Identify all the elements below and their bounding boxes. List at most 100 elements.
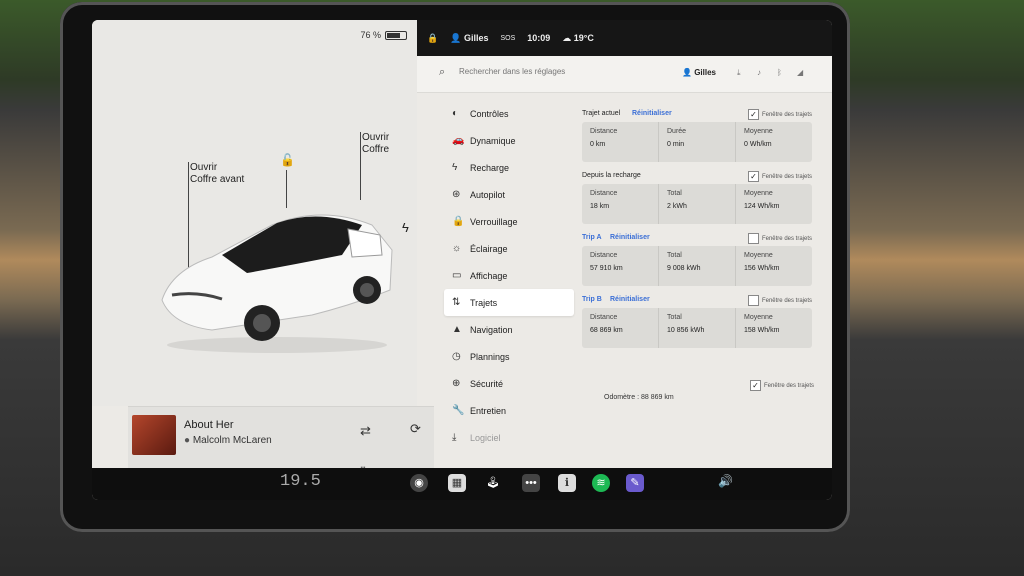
stat-average: Moyenne 156 Wh/km <box>736 246 812 286</box>
stat-average: Moyenne 124 Wh/km <box>736 184 812 224</box>
menu-item-verrouillage[interactable]: 🔒 Verrouillage <box>444 208 574 235</box>
checkbox-checked[interactable]: ✓ <box>747 109 759 120</box>
charge-port-icon[interactable]: ϟ <box>402 220 409 235</box>
stat-value: 10 856 kWh <box>667 327 705 334</box>
menu-item-navigation[interactable]: ▲ Navigation <box>444 316 574 343</box>
since-charge-title: Depuis la recharge <box>582 172 641 179</box>
trip-b-reset-button[interactable]: Réinitialiser <box>610 296 650 303</box>
profile-name: Gilles <box>694 68 716 77</box>
wrench-icon: 🔧 <box>452 405 465 416</box>
profile-button[interactable]: 👤 Gilles <box>682 68 716 77</box>
stat-value: 57 910 km <box>590 265 623 272</box>
more-apps-icon[interactable]: ••• <box>522 474 540 492</box>
trip-b-window-toggle[interactable]: Fenêtre des trajets <box>747 295 812 306</box>
steering-icon: ⊛ <box>452 189 461 200</box>
stat-label: Moyenne <box>744 190 773 197</box>
trip-b-stats: Distance 68 869 km Total 10 856 kWh Moyenn… <box>582 308 812 348</box>
battery-fill <box>387 32 400 38</box>
artist-name: Malcolm McLaren <box>192 435 272 446</box>
checkbox-unchecked[interactable] <box>747 295 759 306</box>
trips-panel: Trajet actuel Réinitialiser ✓ Fenêtre des… <box>582 100 812 348</box>
lock-status-icon[interactable]: 🔒 <box>427 33 438 44</box>
checkbox-label: Fenêtre des trajets <box>761 297 812 304</box>
menu-item-logiciel[interactable]: ⤓ Logiciel <box>444 424 574 451</box>
stat-value: 158 Wh/km <box>744 327 780 334</box>
car-panel: 76 % Ouvrir Coffre avant Ouvrir Coffre 🔓… <box>92 20 417 406</box>
menu-item-label: Entretien <box>470 405 507 416</box>
joystick-icon[interactable]: 🕹 <box>484 474 502 492</box>
info-icon[interactable]: ℹ <box>558 474 576 492</box>
menu-item-affichage[interactable]: ▭ Affichage <box>444 262 574 289</box>
stat-value: 156 Wh/km <box>744 265 780 272</box>
stat-distance: Distance 18 km <box>582 184 659 224</box>
signal-icon: ◢ <box>797 68 804 77</box>
checkbox-unchecked[interactable] <box>747 233 759 244</box>
driver-profile[interactable]: 👤 Gilles <box>450 33 488 44</box>
spotify-app-icon[interactable]: ≋ <box>592 474 610 492</box>
checkbox-checked[interactable]: ✓ <box>750 380 761 391</box>
stat-label: Durée <box>667 128 687 135</box>
menu-item-entretien[interactable]: 🔧 Entretien <box>444 397 574 424</box>
toybox-icon[interactable]: ✎ <box>626 474 644 492</box>
front-trunk-button[interactable]: Ouvrir Coffre avant <box>190 162 244 186</box>
stat-value: 0 Wh/km <box>744 141 772 148</box>
menu-item-eclairage[interactable]: ☼ Éclairage <box>444 235 574 262</box>
menu-item-trajets[interactable]: ⇅ Trajets <box>444 289 574 316</box>
volume-icon[interactable]: 🔊 <box>718 474 733 488</box>
battery-indicator: 76 % <box>360 30 407 40</box>
menu-item-plannings[interactable]: ◷ Plannings <box>444 343 574 370</box>
settings-search-input[interactable] <box>457 66 621 77</box>
stat-label: Total <box>667 314 682 321</box>
settings-search-row: ⌕ 👤 Gilles ⤓ ♪ ᛒ ◢ <box>417 56 832 93</box>
stat-value: 0 km <box>590 141 606 148</box>
menu-item-label: Autopilot <box>470 189 506 200</box>
trip-b-header: Trip B Réinitialiser Fenêtre des trajets <box>582 292 812 308</box>
settings-menu: ◐ Contrôles 🚗 Dynamique ϟ Recharge ⊛ Autopilot 🔒… <box>444 100 574 451</box>
outside-temperature: 19°C <box>573 32 594 43</box>
sos-badge[interactable]: SOS <box>500 35 515 42</box>
stat-value: 2 kWh <box>667 203 687 210</box>
trunk-leader <box>360 132 361 200</box>
download-icon: ⤓ <box>452 432 457 443</box>
bluetooth-icon[interactable]: ᛒ <box>777 68 782 77</box>
stat-distance: Distance 0 km <box>582 122 659 162</box>
menu-item-label: Navigation <box>470 324 513 335</box>
stat-label: Moyenne <box>744 128 773 135</box>
menu-item-recharge[interactable]: ϟ Recharge <box>444 154 574 181</box>
spotify-icon: ● <box>184 435 191 446</box>
checkbox-checked[interactable]: ✓ <box>747 171 759 182</box>
menu-item-dynamique[interactable]: 🚗 Dynamique <box>444 127 574 154</box>
download-icon[interactable]: ⤓ <box>737 68 741 78</box>
stat-value: 0 min <box>667 141 685 148</box>
odometer-window-toggle[interactable]: ✓ Fenêtre des trajets <box>750 380 814 391</box>
album-art <box>132 415 176 455</box>
current-trip-window-toggle[interactable]: ✓ Fenêtre des trajets <box>747 109 812 120</box>
stat-label: Total <box>667 252 682 259</box>
trip-a-reset-button[interactable]: Réinitialiser <box>610 234 650 241</box>
calendar-icon[interactable]: ▦ <box>448 474 466 492</box>
trip-a-window-toggle[interactable]: Fenêtre des trajets <box>747 233 812 244</box>
menu-item-label: Affichage <box>470 270 508 281</box>
menu-item-label: Sécurité <box>470 378 504 389</box>
cabin-temperature[interactable]: 19.5 <box>280 472 321 491</box>
camera-icon[interactable]: ◉ <box>410 474 428 492</box>
bell-icon[interactable]: ♪ <box>757 68 761 77</box>
menu-item-securite[interactable]: ⊕ Sécurité <box>444 370 574 397</box>
current-trip-title: Trajet actuel <box>582 110 621 117</box>
trip-a-header: Trip A Réinitialiser Fenêtre des trajets <box>582 230 812 246</box>
stat-value: 18 km <box>590 203 610 210</box>
tesla-screen: 76 % Ouvrir Coffre avant Ouvrir Coffre 🔓… <box>92 20 832 500</box>
unlock-icon[interactable]: 🔓 <box>280 153 295 167</box>
stat-value: 9 008 kWh <box>667 265 701 272</box>
trunk-button[interactable]: Ouvrir Coffre <box>362 132 389 156</box>
menu-item-autopilot[interactable]: ⊛ Autopilot <box>444 181 574 208</box>
menu-item-controles[interactable]: ◐ Contrôles <box>444 100 574 127</box>
menu-item-label: Logiciel <box>470 432 501 443</box>
checkbox-label: Fenêtre des trajets <box>761 173 812 180</box>
shuffle-icon[interactable]: ⇄ <box>360 423 371 439</box>
stat-label: Moyenne <box>744 314 773 321</box>
repeat-icon[interactable]: ⟳ <box>410 421 421 437</box>
current-trip-reset-button[interactable]: Réinitialiser <box>632 110 672 117</box>
stat-total: Total 10 856 kWh <box>659 308 736 348</box>
since-charge-window-toggle[interactable]: ✓ Fenêtre des trajets <box>747 171 812 182</box>
